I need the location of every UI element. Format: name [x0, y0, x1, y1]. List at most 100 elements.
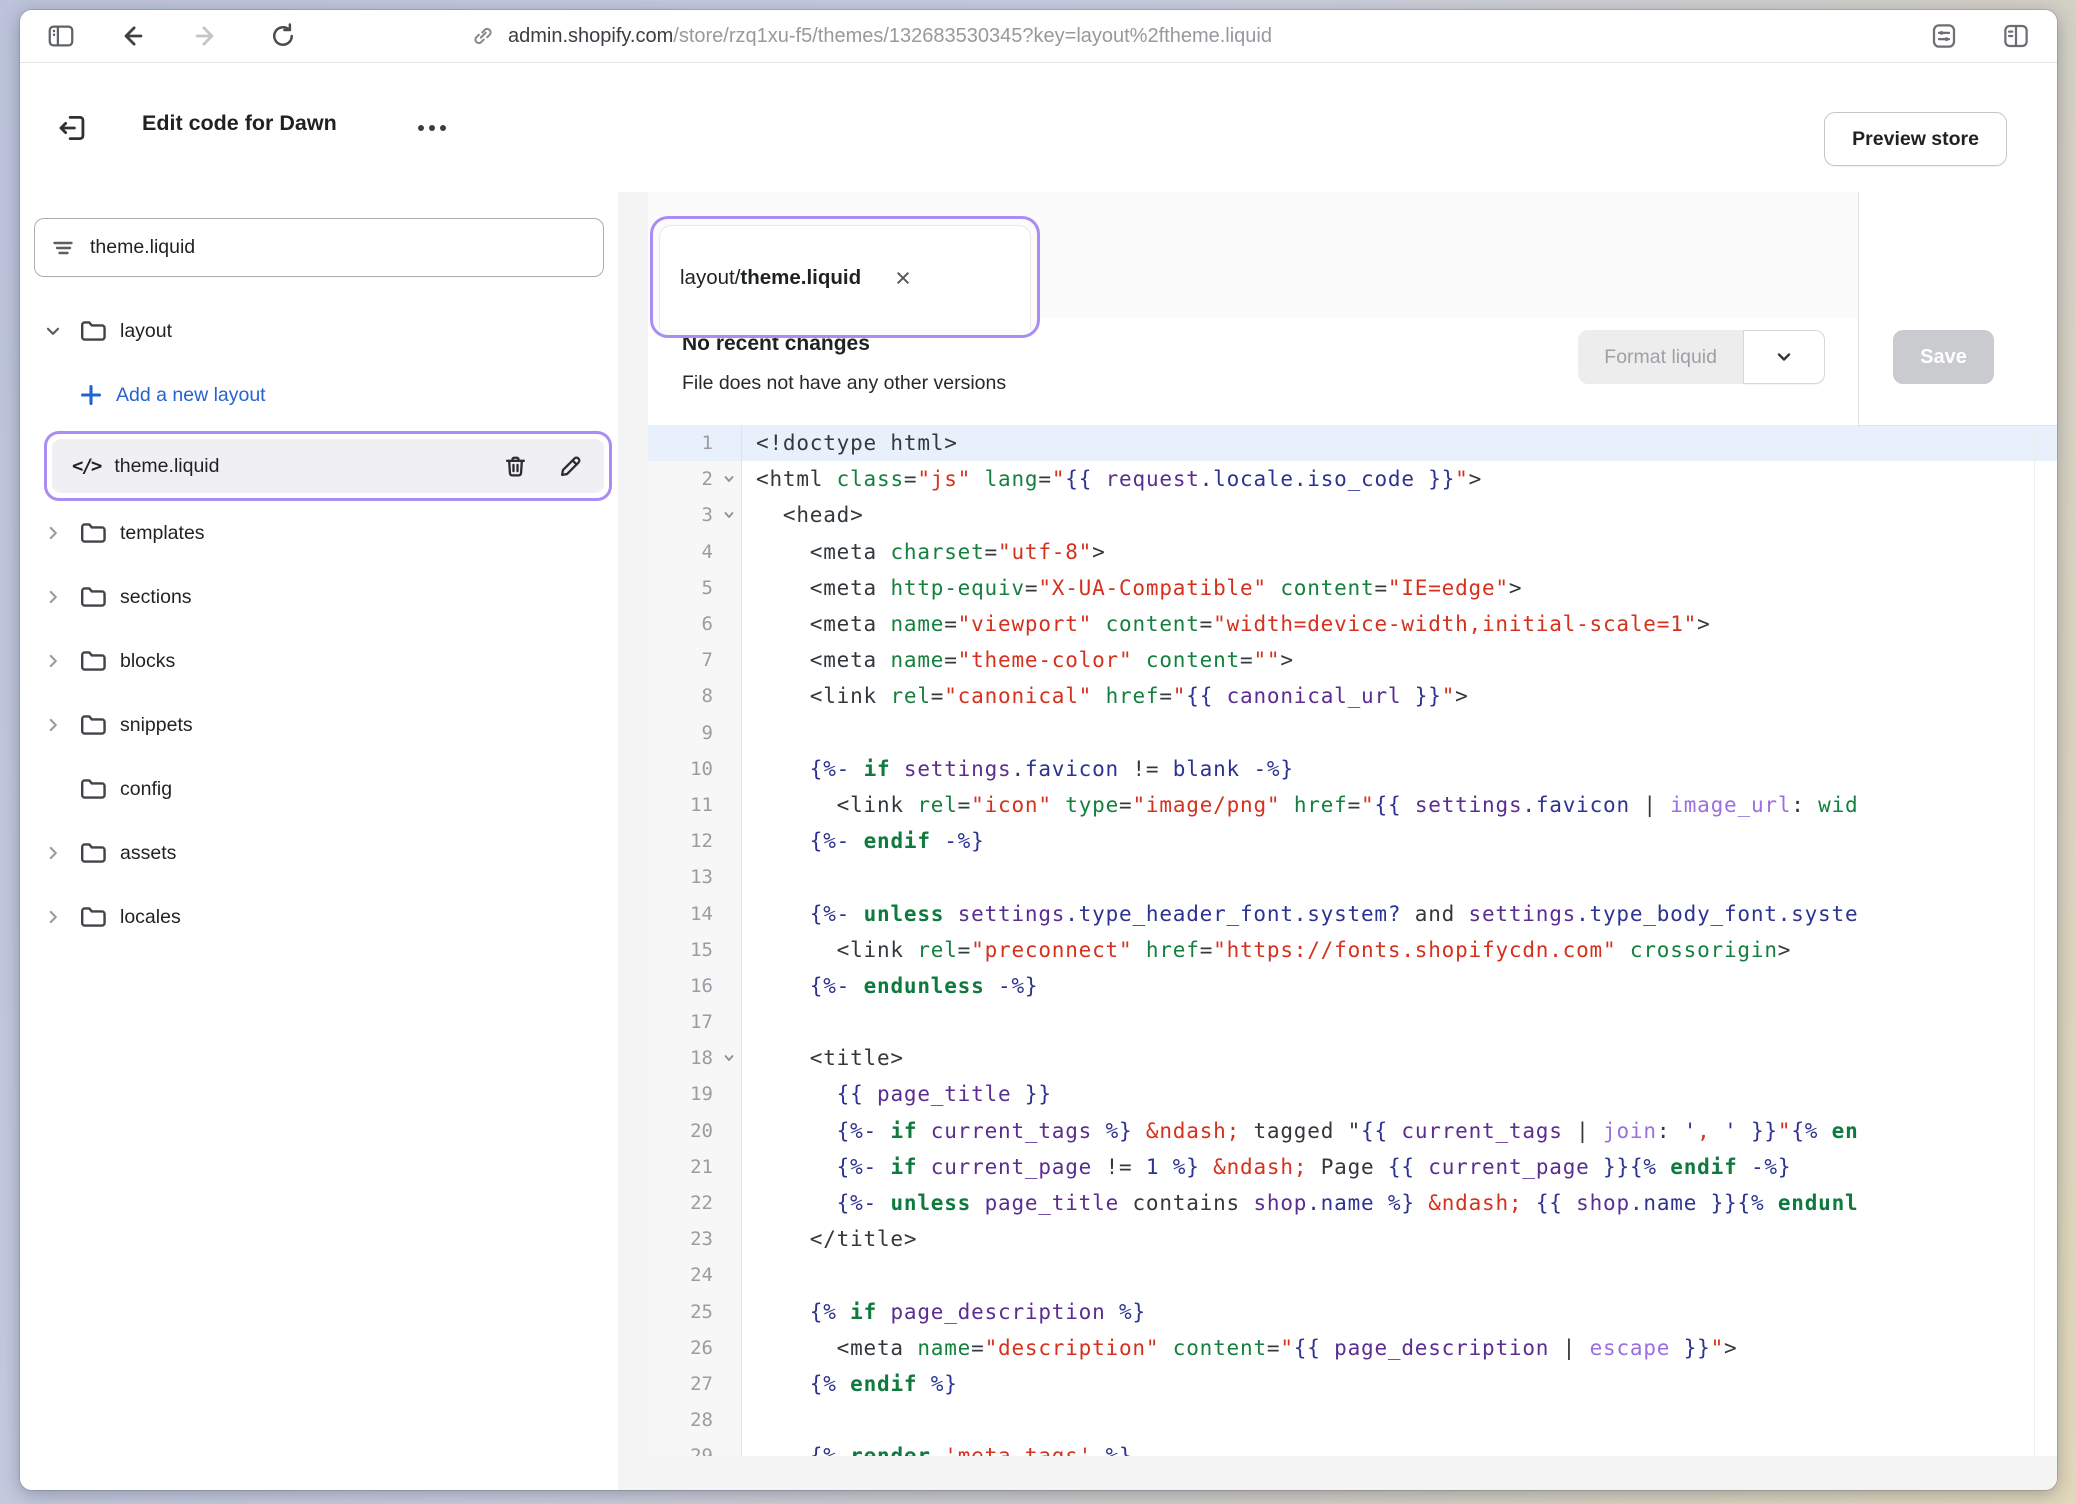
reload-icon[interactable]: [268, 21, 298, 51]
code-line-28[interactable]: 28: [648, 1402, 2057, 1438]
code-line-25[interactable]: 25 {% if page_description %}: [648, 1294, 2057, 1330]
tree-folder-templates[interactable]: templates: [20, 501, 618, 565]
line-number-gutter: 12: [648, 823, 742, 859]
line-number-gutter: 6: [648, 606, 742, 642]
code-line-7[interactable]: 7 <meta name="theme-color" content="">: [648, 642, 2057, 678]
chevron-down-icon[interactable]: [44, 322, 78, 340]
file-tree-sidebar: theme.liquid layoutAdd a new layout </>th…: [20, 192, 618, 1490]
tree-folder-locales[interactable]: locales: [20, 885, 618, 949]
code-line-17[interactable]: 17: [648, 1004, 2057, 1040]
folder-icon: [78, 316, 108, 346]
fold-toggle-icon[interactable]: [717, 1050, 741, 1066]
format-liquid-button[interactable]: Format liquid: [1578, 330, 1743, 384]
scrollbar-track[interactable]: [2034, 425, 2035, 1456]
format-liquid-split-button: Format liquid: [1578, 330, 1825, 384]
code-line-29[interactable]: 29 {% render 'meta-tags' %}: [648, 1438, 2057, 1456]
code-line-26[interactable]: 26 <meta name="description" content="{{ …: [648, 1330, 2057, 1366]
code-line-9[interactable]: 9: [648, 715, 2057, 751]
rename-file-icon[interactable]: [557, 453, 584, 480]
line-number-gutter: 26: [648, 1330, 742, 1366]
tree-folder-blocks[interactable]: blocks: [20, 629, 618, 693]
code-line-13[interactable]: 13: [648, 859, 2057, 895]
code-line-23[interactable]: 23 </title>: [648, 1221, 2057, 1257]
delete-file-icon[interactable]: [502, 453, 529, 480]
status-subtitle: File does not have any other versions: [682, 372, 1006, 395]
chevron-right-icon[interactable]: [44, 588, 78, 606]
tree-folder-assets[interactable]: assets: [20, 821, 618, 885]
tree-folder-sections[interactable]: sections: [20, 565, 618, 629]
line-number-gutter: 2: [648, 461, 742, 497]
link-icon: [470, 23, 496, 49]
code-line-2[interactable]: 2<html class="js" lang="{{ request.local…: [648, 461, 2057, 497]
url-domain: admin.shopify.com: [508, 25, 673, 47]
tab-close-icon[interactable]: ×: [895, 265, 911, 292]
file-search-value: theme.liquid: [90, 236, 195, 259]
code-line-1[interactable]: 1<!doctype html>: [648, 425, 2057, 461]
chevron-right-icon[interactable]: [44, 908, 78, 926]
tree-item-theme-liquid[interactable]: </>theme.liquid: [52, 439, 604, 493]
code-line-10[interactable]: 10 {%- if settings.favicon != blank -%}: [648, 751, 2057, 787]
tab-bar: layout/theme.liquid ×: [648, 192, 2057, 318]
code-line-12[interactable]: 12 {%- endif -%}: [648, 823, 2057, 859]
fold-toggle-icon[interactable]: [717, 507, 741, 523]
preview-store-button[interactable]: Preview store: [1824, 112, 2007, 166]
code-line-19[interactable]: 19 {{ page_title }}: [648, 1076, 2057, 1112]
chevron-right-icon[interactable]: [44, 844, 78, 862]
code-line-18[interactable]: 18 <title>: [648, 1040, 2057, 1076]
tab-theme-liquid[interactable]: layout/theme.liquid ×: [659, 225, 1031, 330]
line-number-gutter: 23: [648, 1221, 742, 1257]
browser-toolbar: admin.shopify.com/store/rzq1xu-f5/themes…: [20, 10, 2057, 63]
code-line-14[interactable]: 14 {%- unless settings.type_header_font.…: [648, 895, 2057, 931]
code-line-5[interactable]: 5 <meta http-equiv="X-UA-Compatible" con…: [648, 570, 2057, 606]
code-line-4[interactable]: 4 <meta charset="utf-8">: [648, 534, 2057, 570]
save-button[interactable]: Save: [1893, 330, 1994, 384]
line-number-gutter: 3: [648, 497, 742, 533]
code-line-27[interactable]: 27 {% endif %}: [648, 1366, 2057, 1402]
exit-icon[interactable]: [56, 111, 90, 145]
code-line-15[interactable]: 15 <link rel="preconnect" href="https://…: [648, 932, 2057, 968]
line-number-gutter: 24: [648, 1257, 742, 1293]
code-editor-panel: layout/theme.liquid × No recent changes …: [648, 192, 2057, 1490]
back-icon[interactable]: [116, 21, 146, 51]
code-line-6[interactable]: 6 <meta name="viewport" content="width=d…: [648, 606, 2057, 642]
fold-toggle-icon[interactable]: [717, 471, 741, 487]
chevron-right-icon[interactable]: [44, 524, 78, 542]
code-line-16[interactable]: 16 {%- endunless -%}: [648, 968, 2057, 1004]
tree-folder-layout[interactable]: layout: [20, 299, 618, 363]
add-new-layout-link[interactable]: Add a new layout: [20, 363, 618, 427]
filter-icon[interactable]: [51, 236, 75, 260]
line-number-gutter: 18: [648, 1040, 742, 1076]
code-line-22[interactable]: 22 {%- unless page_title contains shop.n…: [648, 1185, 2057, 1221]
split-view-icon[interactable]: [2001, 21, 2031, 51]
line-number-gutter: 20: [648, 1113, 742, 1149]
line-number-gutter: 27: [648, 1366, 742, 1402]
code-line-24[interactable]: 24: [648, 1257, 2057, 1293]
folder-icon: [78, 582, 108, 612]
folder-icon: [78, 518, 108, 548]
browser-window: admin.shopify.com/store/rzq1xu-f5/themes…: [20, 10, 2057, 1490]
line-number-gutter: 4: [648, 534, 742, 570]
code-line-3[interactable]: 3 <head>: [648, 497, 2057, 533]
sidebar-toggle-icon[interactable]: [46, 21, 76, 51]
line-number-gutter: 7: [648, 642, 742, 678]
code-line-11[interactable]: 11 <link rel="icon" type="image/png" hre…: [648, 787, 2057, 823]
line-number-gutter: 10: [648, 751, 742, 787]
line-number-gutter: 11: [648, 787, 742, 823]
address-bar[interactable]: admin.shopify.com/store/rzq1xu-f5/themes…: [470, 10, 1272, 62]
code-line-8[interactable]: 8 <link rel="canonical" href="{{ canonic…: [648, 678, 2057, 714]
page-settings-icon[interactable]: [1929, 21, 1959, 51]
tree-folder-snippets[interactable]: snippets: [20, 693, 618, 757]
code-line-20[interactable]: 20 {%- if current_tags %} &ndash; tagged…: [648, 1113, 2057, 1149]
format-options-dropdown[interactable]: [1743, 330, 1825, 384]
tab-file-name: theme.liquid: [740, 266, 861, 290]
chevron-right-icon[interactable]: [44, 716, 78, 734]
code-area[interactable]: 1<!doctype html>2<html class="js" lang="…: [648, 425, 2057, 1456]
forward-icon[interactable]: [192, 21, 222, 51]
file-search-input[interactable]: theme.liquid: [34, 218, 604, 277]
tree-folder-config[interactable]: config: [20, 757, 618, 821]
code-line-21[interactable]: 21 {%- if current_page != 1 %} &ndash; P…: [648, 1149, 2057, 1185]
chevron-right-icon[interactable]: [44, 652, 78, 670]
more-menu-icon[interactable]: [418, 125, 446, 131]
line-number-gutter: 8: [648, 678, 742, 714]
line-number-gutter: 15: [648, 932, 742, 968]
